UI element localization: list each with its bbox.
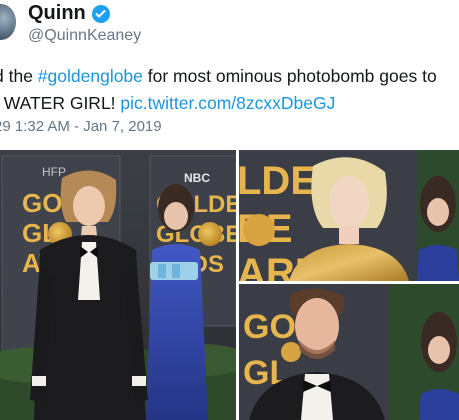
photo-left-image: HFP GOLD GL AW NBC GOLDE GLOBE ARDS bbox=[0, 150, 236, 420]
photo-top-right-image: LDEN BE ARE bbox=[239, 150, 459, 281]
backdrop-text: GO bbox=[243, 308, 296, 346]
verified-badge-icon bbox=[91, 4, 110, 23]
tweet-text-part: d the bbox=[0, 66, 33, 86]
nbc-logo: NBC bbox=[184, 171, 210, 185]
avatar[interactable] bbox=[0, 4, 16, 40]
photo-top-right[interactable]: LDEN BE ARE bbox=[239, 150, 459, 281]
photo-left[interactable]: HFP GOLD GL AW NBC GOLDE GLOBE ARDS bbox=[0, 150, 236, 420]
hfp-label: HFP bbox=[42, 165, 66, 179]
media-link[interactable]: pic.twitter.com/8zcxxDbeGJ bbox=[120, 93, 335, 113]
author-row: Quinn bbox=[28, 2, 110, 25]
tweet-text-part: I WATER GIRL! bbox=[0, 93, 121, 113]
tweet-text-part: for most ominous photobomb goes to bbox=[142, 66, 437, 86]
hashtag-link[interactable]: #goldenglobe bbox=[38, 66, 143, 86]
media-grid: HFP GOLD GL AW NBC GOLDE GLOBE ARDS bbox=[0, 150, 459, 420]
tweet-timestamp[interactable]: 29 1:32 AM - Jan 7, 2019 bbox=[0, 118, 162, 135]
user-handle[interactable]: @QuinnKeaney bbox=[28, 27, 141, 45]
photo-bottom-right-image: GO GL bbox=[239, 284, 459, 420]
photo-bottom-right[interactable]: GO GL bbox=[239, 284, 459, 420]
display-name[interactable]: Quinn bbox=[28, 2, 86, 25]
tweet-text: d the #goldenglobe for most ominous phot… bbox=[0, 63, 459, 117]
